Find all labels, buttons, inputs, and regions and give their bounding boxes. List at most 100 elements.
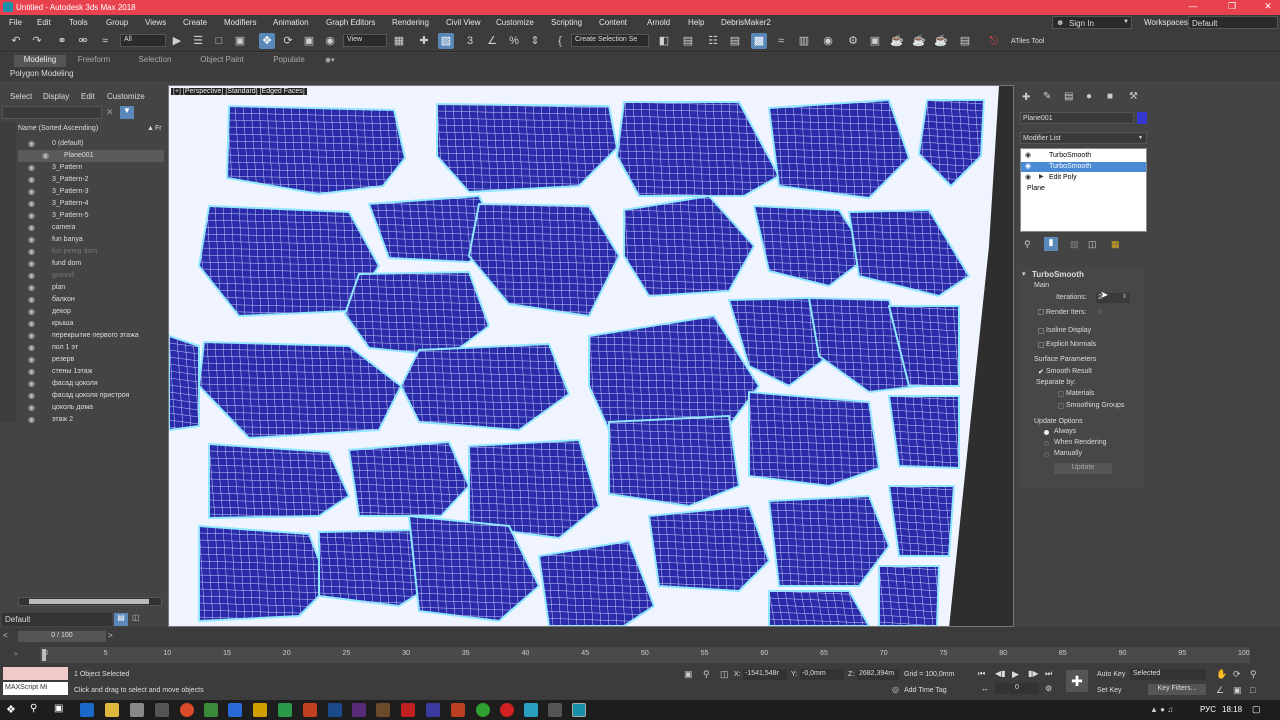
eye-icon[interactable]: ◉: [28, 379, 37, 388]
menu-edit[interactable]: Edit: [37, 18, 51, 27]
modify-tab-icon[interactable]: ✎: [1043, 91, 1051, 102]
store-icon[interactable]: [130, 703, 144, 717]
eye-icon[interactable]: ◉: [28, 259, 37, 268]
maxscript-listener[interactable]: [3, 667, 68, 680]
windows-start-icon[interactable]: ❖: [6, 703, 20, 717]
layer-row[interactable]: ◉ fun banya: [18, 234, 164, 246]
eye-icon[interactable]: ◉: [28, 415, 37, 424]
isolate-icon[interactable]: ▣: [684, 669, 693, 680]
eye-icon[interactable]: ◉: [28, 331, 37, 340]
stack-item-turbosmooth-2[interactable]: ◉ TurboSmooth: [1021, 162, 1146, 172]
viewport-label[interactable]: [+] [Perspective] [Standard] [Edged Face…: [171, 88, 307, 95]
layer-row[interactable]: ◉ пол 1 эт: [18, 342, 164, 354]
prev-key-icon[interactable]: ◀▮: [995, 669, 1006, 678]
add-time-tag[interactable]: Add Time Tag: [904, 687, 947, 694]
eye-icon[interactable]: ◉: [28, 295, 37, 304]
goto-start-icon[interactable]: ⏮: [978, 669, 985, 679]
set-key-icon[interactable]: ✚: [1066, 670, 1088, 692]
eye-icon[interactable]: ◉: [28, 175, 37, 184]
auto-key-button[interactable]: Auto Key: [1097, 671, 1125, 678]
ribbon-tab-modeling[interactable]: Modeling: [14, 55, 66, 67]
select-by-name-icon[interactable]: ☰: [190, 33, 206, 49]
viewport-perspective[interactable]: [168, 85, 1014, 627]
restore-icon[interactable]: ❐: [1225, 1, 1239, 13]
ribbon-options-icon[interactable]: ◉▾: [325, 56, 335, 64]
layer-row[interactable]: ◉ крыша: [18, 318, 164, 330]
eye-icon[interactable]: ◉: [28, 343, 37, 352]
eye-icon[interactable]: ◉: [42, 151, 51, 160]
scrollbar-thumb[interactable]: [29, 599, 149, 604]
zoom-icon[interactable]: ⚲: [1250, 669, 1257, 680]
schematic-view-icon[interactable]: ▥: [796, 33, 812, 49]
scale-icon[interactable]: ▣: [301, 33, 317, 49]
layer-row[interactable]: ◉ фасад цоколя: [18, 378, 164, 390]
explorer-tab-edit[interactable]: Edit: [81, 92, 95, 101]
rect-selection-icon[interactable]: □: [211, 33, 227, 49]
field-of-view-icon[interactable]: ∠: [1216, 685, 1224, 696]
explorer-tab-select[interactable]: Select: [10, 92, 32, 101]
time-tag-icon[interactable]: ◎: [892, 685, 899, 694]
eye-icon[interactable]: ◉: [28, 223, 37, 232]
eye-icon[interactable]: ◉: [28, 211, 37, 220]
app-icon-red[interactable]: [303, 703, 317, 717]
angle-snap-icon[interactable]: ∠: [484, 33, 500, 49]
menu-debrismaker[interactable]: DebrisMaker2: [721, 18, 771, 27]
move-icon[interactable]: ✥: [259, 33, 275, 49]
opera-icon[interactable]: [500, 703, 514, 717]
redo-icon[interactable]: ↷: [29, 33, 45, 49]
chrome-icon[interactable]: [180, 703, 194, 717]
time-slider[interactable]: 0 / 100: [18, 631, 106, 642]
layer-row[interactable]: ◉ перекрытие первого этажа: [18, 330, 164, 342]
link-icon[interactable]: ⚭: [54, 33, 70, 49]
when-rendering-radio[interactable]: [1044, 441, 1049, 446]
manipulate-icon[interactable]: ✚: [416, 33, 432, 49]
spinner-snap-icon[interactable]: ⇕: [527, 33, 543, 49]
keyboard-shortcut-icon[interactable]: ▧: [438, 33, 454, 49]
app-icon-purple[interactable]: [426, 703, 440, 717]
close-icon[interactable]: ✕: [1261, 1, 1275, 13]
layer-row[interactable]: ◉ стены 1этаж: [18, 366, 164, 378]
eye-icon[interactable]: ◉: [28, 163, 37, 172]
workspace-dropdown[interactable]: Default: [1188, 16, 1278, 29]
layer-row[interactable]: ◉ fun pereg dom: [18, 246, 164, 258]
isoline-checkbox[interactable]: [1038, 328, 1044, 334]
layer-row[interactable]: ◉ 3_Pattern: [18, 162, 164, 174]
app-icon-orange[interactable]: [451, 703, 465, 717]
stack-item-plane[interactable]: Plane: [1021, 184, 1146, 194]
app-icon-green[interactable]: [204, 703, 218, 717]
layer-row[interactable]: ◉ fund dom: [18, 258, 164, 270]
show-end-result-icon[interactable]: ▮: [1044, 237, 1058, 251]
snaps-toggle-icon[interactable]: 3: [462, 33, 478, 49]
hierarchy-tab-icon[interactable]: ▤: [1064, 91, 1073, 102]
fr-column[interactable]: Fr: [155, 125, 162, 132]
render-setup-icon[interactable]: ⚙: [845, 33, 861, 49]
eye-icon[interactable]: ◉: [1025, 151, 1031, 159]
place-icon[interactable]: ◉: [322, 33, 338, 49]
smoothing-groups-checkbox[interactable]: [1058, 403, 1064, 409]
curve-toggle-icon[interactable]: ≈: [14, 651, 18, 658]
menu-help[interactable]: Help: [688, 18, 704, 27]
eye-icon[interactable]: ◉: [1025, 173, 1031, 181]
explorer-tab-display[interactable]: Display: [43, 92, 69, 101]
make-unique-icon[interactable]: ▧: [1070, 239, 1079, 250]
eye-icon[interactable]: ◉: [28, 187, 37, 196]
ribbon-tab-object-paint[interactable]: Object Paint: [192, 55, 252, 67]
sort-header[interactable]: Name (Sorted Ascending): [18, 125, 98, 132]
expand-icon[interactable]: ▶: [1039, 173, 1044, 180]
selection-filter-dropdown[interactable]: All: [120, 34, 166, 47]
zoom-extents-icon[interactable]: ▣: [1233, 685, 1242, 696]
key-mode-icon[interactable]: ↔: [981, 684, 989, 693]
materials-checkbox[interactable]: [1058, 391, 1064, 397]
render-production-icon[interactable]: ☕: [889, 33, 905, 49]
language-indicator[interactable]: РУС: [1200, 705, 1216, 714]
explicit-normals-checkbox[interactable]: [1038, 342, 1044, 348]
next-frame-icon[interactable]: >: [108, 631, 113, 640]
menu-tools[interactable]: Tools: [69, 18, 88, 27]
app-icon-yellow[interactable]: [253, 703, 267, 717]
menu-animation[interactable]: Animation: [273, 18, 309, 27]
menu-modifiers[interactable]: Modifiers: [224, 18, 256, 27]
app-icon-teal[interactable]: [524, 703, 538, 717]
layer-row[interactable]: ◉ camera: [18, 222, 164, 234]
app-icon-gray[interactable]: [548, 703, 562, 717]
material-editor-icon[interactable]: ◉: [820, 33, 836, 49]
